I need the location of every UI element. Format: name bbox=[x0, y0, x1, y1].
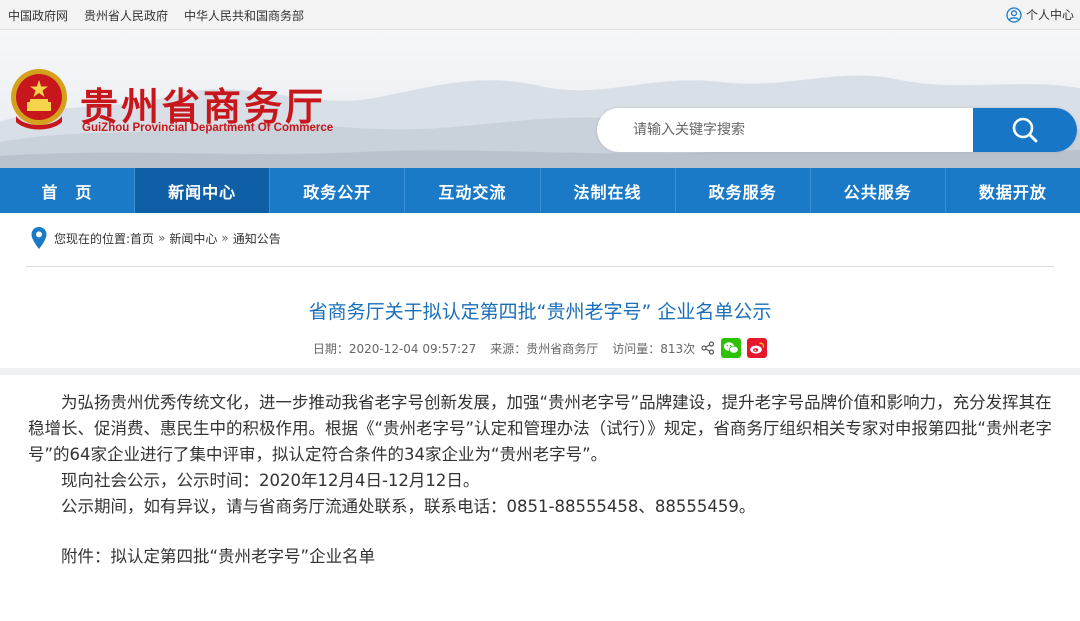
national-emblem-icon bbox=[6, 66, 72, 138]
nav-item-public-services[interactable]: 公共服务 bbox=[811, 168, 946, 213]
main-nav: 首 页 新闻中心 政务公开 互动交流 法制在线 政务服务 公共服务 数据开放 bbox=[0, 168, 1080, 213]
breadcrumb-divider bbox=[26, 266, 1054, 267]
breadcrumb-separator: » bbox=[221, 231, 229, 245]
user-center-link[interactable]: 个人中心 bbox=[1006, 6, 1074, 23]
share-icon[interactable] bbox=[701, 341, 715, 355]
user-center-label: 个人中心 bbox=[1025, 8, 1074, 22]
nav-item-news-center[interactable]: 新闻中心 bbox=[135, 168, 271, 213]
weibo-icon bbox=[750, 342, 765, 354]
search-input[interactable] bbox=[597, 108, 973, 152]
search-icon bbox=[1012, 117, 1038, 143]
article-source: 来源：贵州省商务厅 bbox=[490, 341, 599, 356]
breadcrumb: 您现在的位置: 首页 » 新闻中心 » 通知公告 bbox=[30, 226, 281, 250]
link-gov-cn[interactable]: 中国政府网 bbox=[8, 7, 68, 24]
wechat-icon bbox=[723, 342, 739, 354]
nav-item-home[interactable]: 首 页 bbox=[0, 168, 136, 213]
external-links: 中国政府网 贵州省人民政府 中华人民共和国商务部 bbox=[8, 7, 304, 24]
nav-item-legal[interactable]: 法制在线 bbox=[541, 168, 676, 213]
link-mofcom[interactable]: 中华人民共和国商务部 bbox=[184, 7, 304, 24]
article-paragraph: 公示期间，如有异议，请与省商务厅流通处联系，联系电话：0851-88555458… bbox=[61, 497, 756, 516]
breadcrumb-news-center[interactable]: 新闻中心 bbox=[169, 230, 217, 247]
article-attachment[interactable]: 附件：拟认定第四批“贵州老字号”企业名单 bbox=[28, 544, 1058, 570]
link-guizhou-gov[interactable]: 贵州省人民政府 bbox=[84, 7, 168, 24]
article-views: 访问量：813次 bbox=[612, 341, 696, 356]
search-button[interactable] bbox=[973, 108, 1077, 152]
content-divider bbox=[0, 368, 1080, 375]
map-pin-icon bbox=[31, 227, 47, 249]
article-title: 省商务厅关于拟认定第四批“贵州老字号” 企业名单公示 bbox=[308, 301, 772, 323]
weibo-share-button[interactable] bbox=[747, 338, 768, 358]
nav-item-government-affairs[interactable]: 政务公开 bbox=[270, 168, 406, 213]
breadcrumb-notices[interactable]: 通知公告 bbox=[233, 230, 281, 247]
nav-item-interaction[interactable]: 互动交流 bbox=[405, 168, 541, 213]
breadcrumb-home[interactable]: 首页 bbox=[130, 230, 154, 247]
article-paragraph: 为弘扬贵州优秀传统文化，进一步推动我省老字号创新发展，加强“贵州老字号”品牌建设… bbox=[28, 393, 1052, 464]
nav-item-open-data[interactable]: 数据开放 bbox=[946, 168, 1080, 213]
article-date: 日期：2020-12-04 09:57:27 bbox=[312, 341, 477, 356]
breadcrumb-prefix: 您现在的位置: bbox=[54, 231, 131, 246]
top-utility-bar: 中国政府网 贵州省人民政府 中华人民共和国商务部 个人中心 bbox=[0, 0, 1080, 30]
article-paragraph: 现向社会公示，公示时间：2020年12月4日-12月12日。 bbox=[61, 471, 480, 490]
search-box bbox=[597, 108, 1077, 152]
site-banner: 贵州省商务厅 GuiZhou Provincial Department Of … bbox=[0, 30, 1080, 168]
user-circle-icon bbox=[1006, 6, 1022, 23]
wechat-share-button[interactable] bbox=[721, 338, 742, 358]
article-meta: 日期：2020-12-04 09:57:27 来源：贵州省商务厅 访问量：813… bbox=[0, 338, 1080, 358]
breadcrumb-separator: » bbox=[158, 231, 166, 245]
nav-item-services[interactable]: 政务服务 bbox=[676, 168, 811, 213]
article-body: 为弘扬贵州优秀传统文化，进一步推动我省老字号创新发展，加强“贵州老字号”品牌建设… bbox=[28, 390, 1058, 570]
share-bar bbox=[701, 338, 768, 358]
site-subtitle: GuiZhou Provincial Department Of Commerc… bbox=[82, 122, 334, 134]
